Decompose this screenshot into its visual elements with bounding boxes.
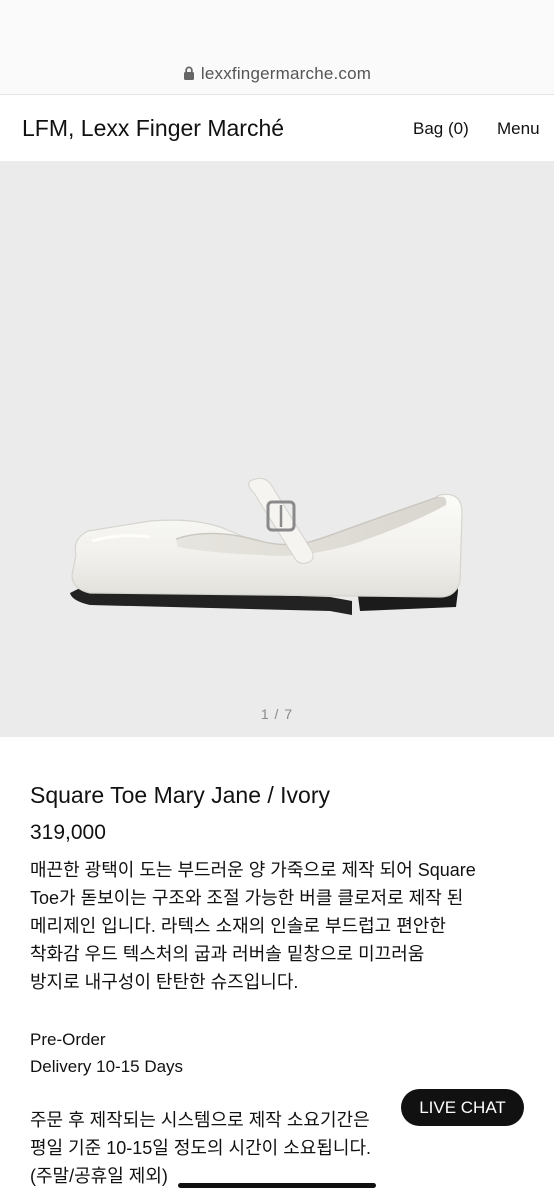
product-details: Square Toe Mary Jane / Ivory 319,000 매끈한… bbox=[30, 778, 530, 1190]
lock-icon bbox=[183, 66, 194, 80]
product-description: 매끈한 광택이 도는 부드러운 양 가죽으로 제작 되어 Square Toe가… bbox=[30, 856, 500, 996]
description-line: 착화감 우드 텍스처의 굽과 러버솔 밑창으로 미끄러움 bbox=[30, 944, 425, 964]
description-line: 방지로 내구성이 탄탄한 슈즈입니다. bbox=[30, 972, 299, 992]
url-display[interactable]: lexxfingermarche.com bbox=[0, 64, 554, 84]
menu-button[interactable]: Menu bbox=[497, 119, 540, 139]
preorder-label: Pre-Order bbox=[30, 1030, 106, 1049]
url-text: lexxfingermarche.com bbox=[200, 64, 372, 83]
browser-address-bar[interactable]: lexxfingermarche.com bbox=[0, 0, 554, 95]
shoe-image bbox=[70, 477, 463, 615]
site-header: LFM, Lexx Finger Marché Bag (0) Menu bbox=[0, 95, 554, 161]
production-notice: 주문 후 제작되는 시스템으로 제작 소요기간은 평일 기준 10-15일 정도… bbox=[30, 1106, 450, 1190]
bag-button[interactable]: Bag (0) bbox=[413, 119, 469, 139]
order-info: Pre-Order Delivery 10-15 Days bbox=[30, 1026, 530, 1080]
notice-line: 평일 기준 10-15일 정도의 시간이 소요됩니다. bbox=[30, 1138, 372, 1158]
product-gallery[interactable]: 1 / 7 bbox=[0, 161, 554, 737]
description-line: Toe가 돋보이는 구조와 조절 가능한 버클 클로저로 제작 된 bbox=[30, 888, 464, 908]
notice-line: 주문 후 제작되는 시스템으로 제작 소요기간은 bbox=[30, 1110, 370, 1130]
brand-logo[interactable]: LFM, Lexx Finger Marché bbox=[22, 115, 284, 142]
gallery-counter: 1 / 7 bbox=[260, 706, 294, 722]
product-title: Square Toe Mary Jane / Ivory bbox=[30, 782, 330, 808]
description-line: 메리제인 입니다. 라텍스 소재의 인솔로 부드럽고 편안한 bbox=[30, 916, 446, 936]
live-chat-button[interactable]: LIVE CHAT bbox=[401, 1089, 524, 1126]
home-indicator bbox=[178, 1183, 376, 1188]
delivery-label: Delivery 10-15 Days bbox=[30, 1057, 184, 1076]
description-line: 매끈한 광택이 도는 부드러운 양 가죽으로 제작 되어 Square bbox=[30, 860, 476, 880]
product-price: 319,000 bbox=[30, 821, 106, 844]
